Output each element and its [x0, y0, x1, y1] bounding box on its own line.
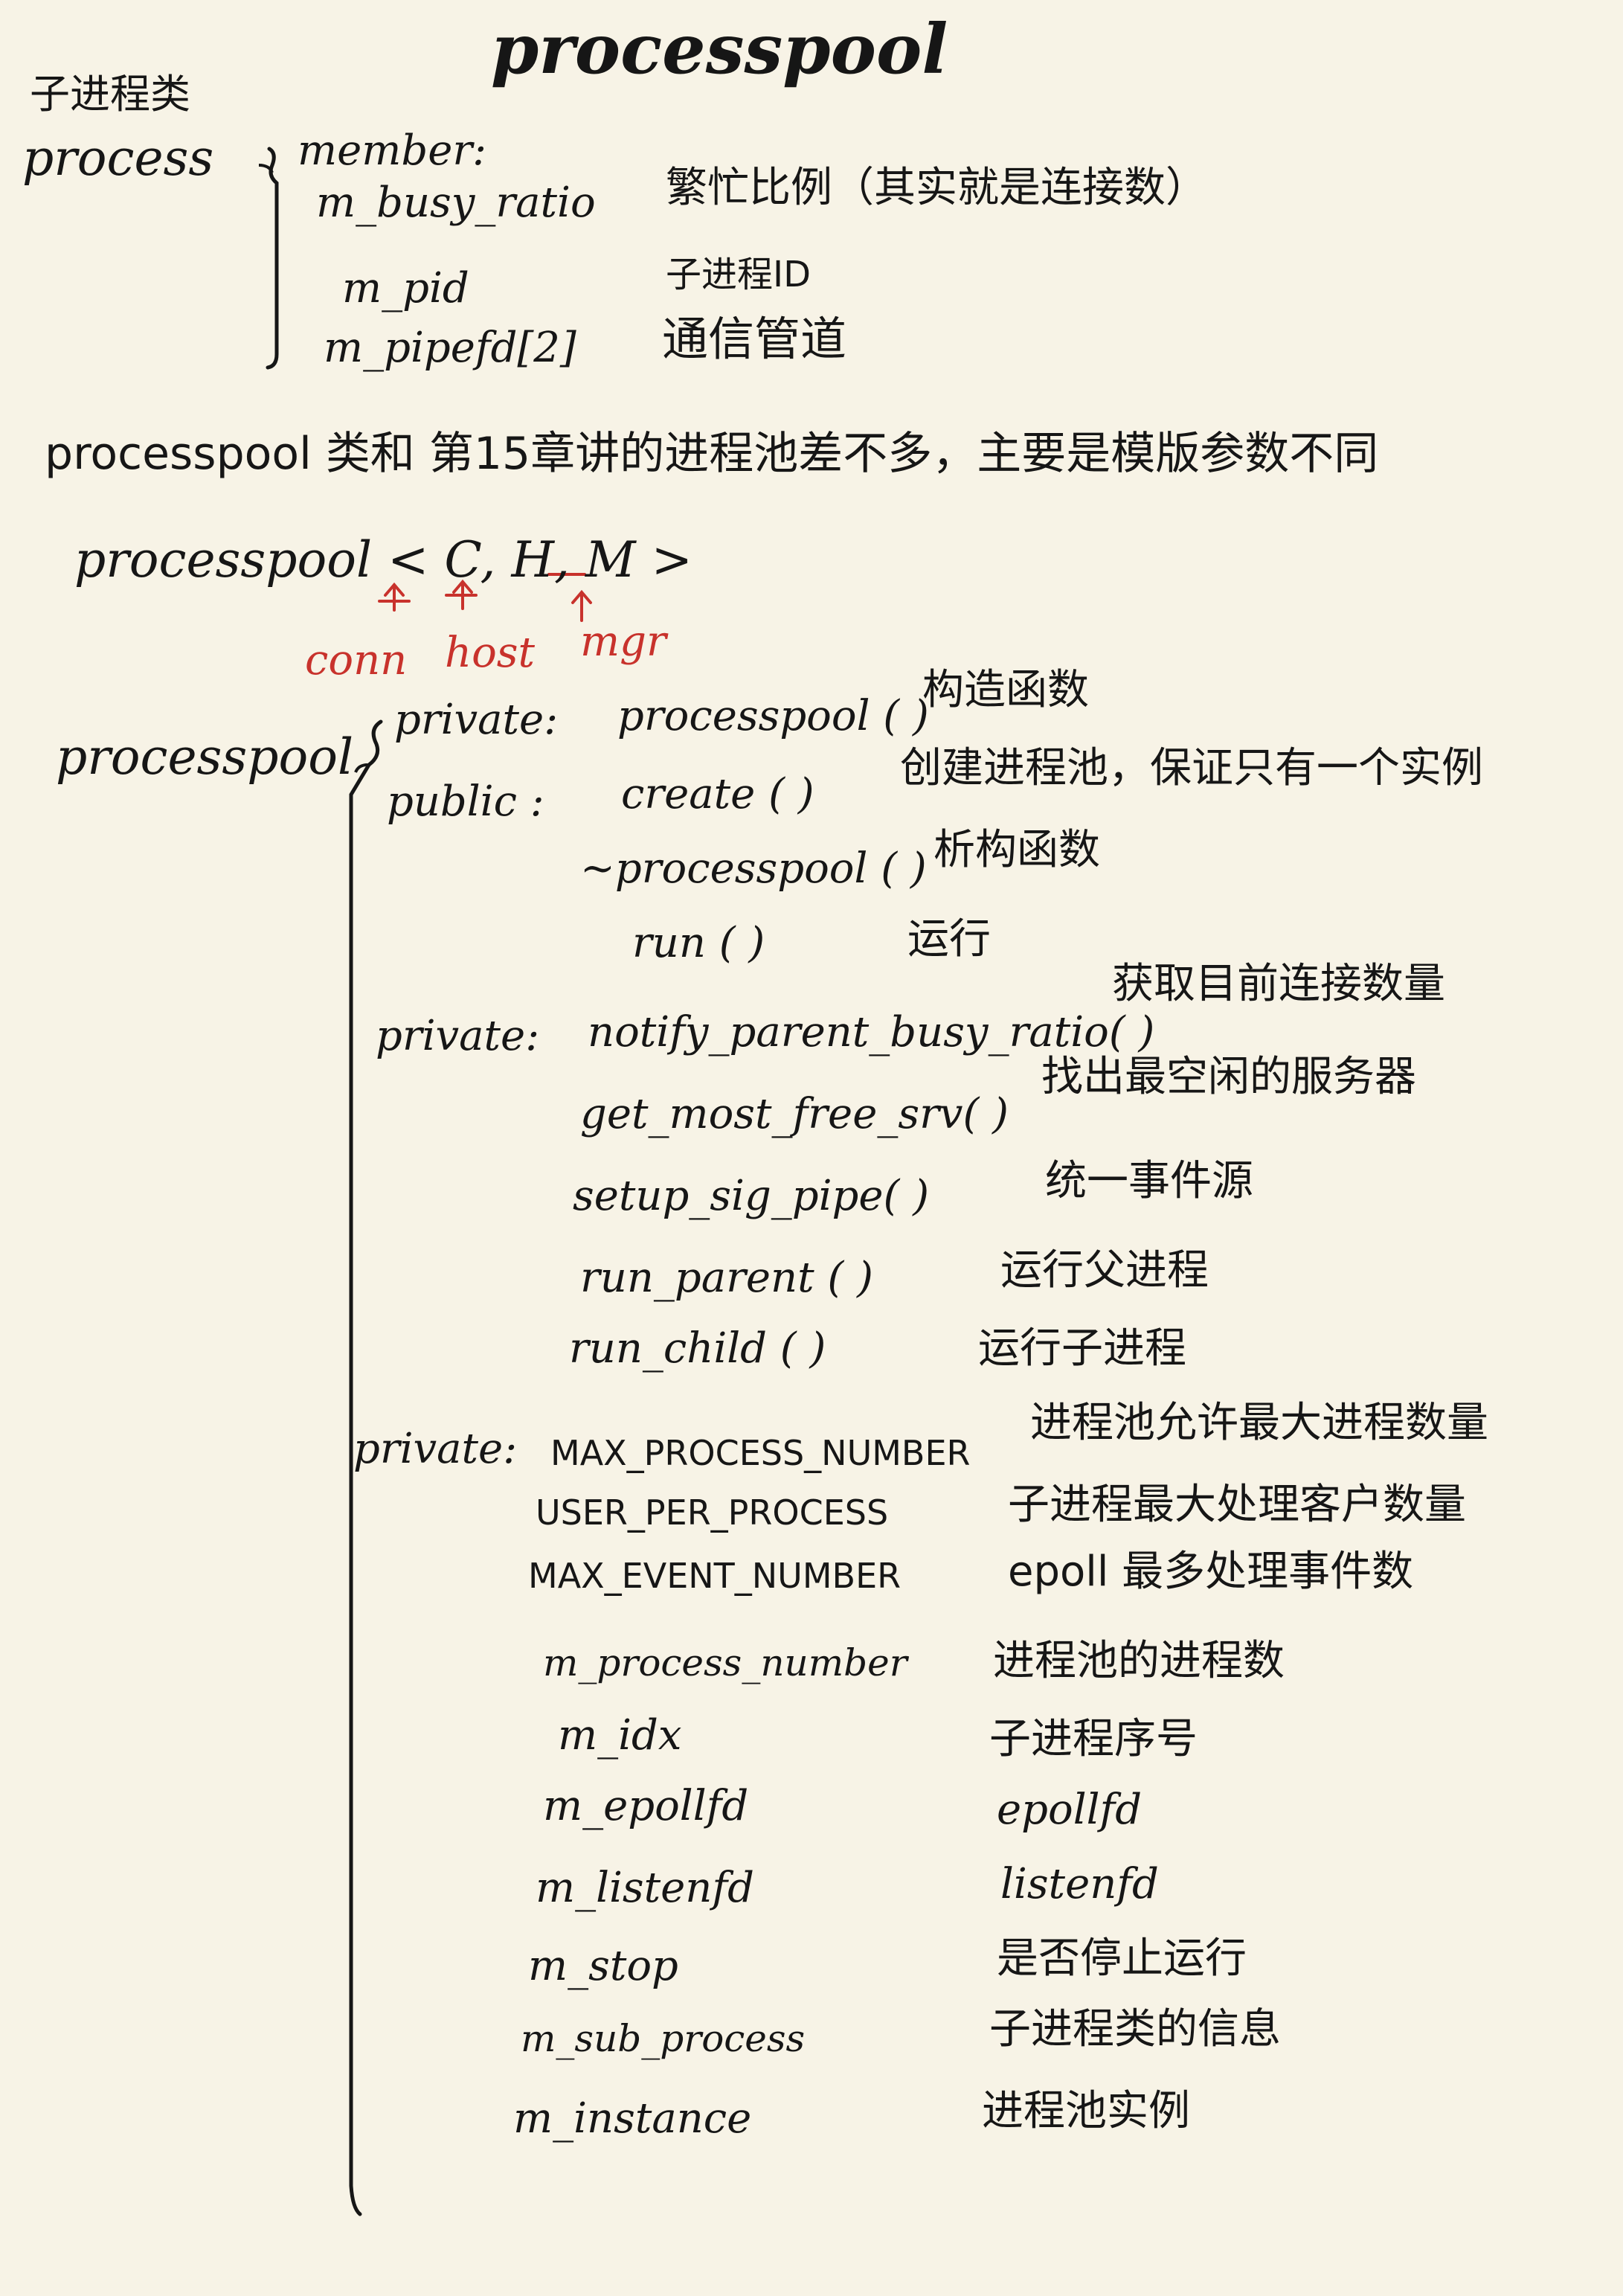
- method-name: create ( ): [621, 770, 814, 818]
- method-name: ~processpool ( ): [580, 844, 927, 893]
- arrow-c: [378, 582, 411, 612]
- member-desc: 子进程序号: [989, 1715, 1198, 1763]
- method-name: processpool ( ): [617, 692, 929, 740]
- member-name: m_pid: [342, 264, 469, 312]
- member-name: m_process_number: [543, 1641, 907, 1684]
- member-desc: 子进程类的信息: [989, 2005, 1281, 2053]
- method-name: notify_parent_busy_ratio( ): [588, 1008, 1155, 1056]
- method-name: setup_sig_pipe( ): [573, 1172, 930, 1220]
- method-desc: 构造函数: [922, 666, 1089, 714]
- member-name: m_epollfd: [543, 1782, 749, 1830]
- member-desc: epoll 最多处理事件数: [1008, 1548, 1414, 1596]
- process-member-brace: [266, 147, 279, 370]
- member-name: m_listenfd: [536, 1864, 754, 1912]
- method-desc: 获取目前连接数量: [1112, 960, 1445, 1008]
- member-name: m_idx: [558, 1711, 682, 1760]
- method-desc: 创建进程池，保证只有一个实例: [900, 744, 1483, 792]
- annotation-mgr: mgr: [580, 618, 666, 666]
- method-name: run_child ( ): [569, 1324, 826, 1373]
- member-desc: 子进程最大处理客户数量: [1008, 1481, 1466, 1529]
- method-desc: 运行子进程: [978, 1324, 1186, 1373]
- method-name: run ( ): [632, 919, 765, 967]
- method-desc: 运行: [907, 915, 991, 963]
- page-title: processpool: [491, 9, 948, 89]
- process-class-name: process: [22, 129, 214, 187]
- method-desc: 找出最空闲的服务器: [1041, 1053, 1416, 1101]
- access-private: private:: [376, 1012, 540, 1060]
- member-name: MAX_PROCESS_NUMBER: [550, 1433, 971, 1473]
- member-desc: 进程池的进程数: [993, 1637, 1285, 1685]
- annotation-conn: conn: [305, 636, 408, 684]
- access-private: private:: [394, 696, 559, 744]
- method-name: get_most_free_srv( ): [580, 1090, 1009, 1138]
- method-desc: 运行父进程: [1000, 1246, 1209, 1295]
- member-desc: listenfd: [1000, 1860, 1159, 1908]
- processpool-brace-tick: [354, 763, 368, 773]
- member-desc: 是否停止运行: [997, 1934, 1247, 1983]
- method-name: run_parent ( ): [580, 1254, 873, 1302]
- access-public: public :: [387, 777, 544, 826]
- method-desc: 统一事件源: [1045, 1157, 1253, 1205]
- member-name: USER_PER_PROCESS: [536, 1492, 889, 1533]
- member-desc: 繁忙比例（其实就是连接数）: [666, 164, 1207, 212]
- member-desc: 进程池允许最大进程数量: [1030, 1399, 1488, 1447]
- member-name: m_sub_process: [521, 2017, 806, 2060]
- member-desc: 进程池实例: [982, 2087, 1190, 2135]
- annotation-host: host: [445, 629, 536, 677]
- processpool-class-name: processpool: [56, 728, 354, 786]
- member-name: MAX_EVENT_NUMBER: [528, 1556, 902, 1596]
- member-label: member:: [298, 126, 486, 175]
- member-name: m_pipefd[2]: [324, 324, 576, 372]
- member-desc: 子进程ID: [666, 254, 812, 295]
- member-desc: epollfd: [997, 1786, 1142, 1834]
- access-private: private:: [353, 1425, 518, 1473]
- member-name: m_busy_ratio: [316, 179, 596, 227]
- method-desc: 析构函数: [933, 826, 1100, 874]
- process-member-brace-tick: [258, 164, 274, 173]
- process-category-label: 子进程类: [30, 71, 190, 118]
- template-declaration: processpool < C, H, M >: [74, 531, 692, 589]
- note-sentence: processpool 类和 第15章讲的进程池差不多，主要是模版参数不同: [45, 428, 1379, 480]
- member-name: m_instance: [513, 2094, 752, 2143]
- member-name: m_stop: [528, 1942, 678, 1990]
- member-desc: 通信管道: [662, 312, 847, 366]
